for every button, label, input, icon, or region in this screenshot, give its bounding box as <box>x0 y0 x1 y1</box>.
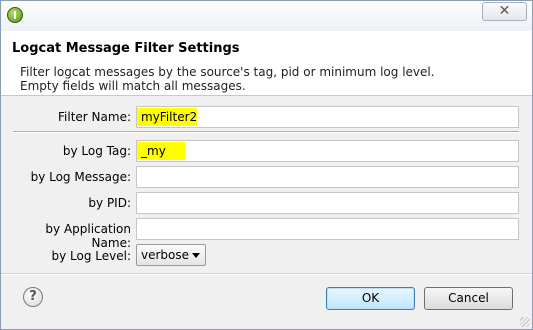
log-level-label: by Log Level: <box>51 249 132 263</box>
log-tag-label: by Log Tag: <box>62 144 131 158</box>
resize-grip[interactable] <box>520 317 530 327</box>
pid-input[interactable] <box>136 192 519 214</box>
footer-separator <box>1 273 532 275</box>
title-bar: ✕ <box>1 1 532 31</box>
filter-name-input[interactable]: myFilter2 <box>136 106 519 128</box>
description-line-2: Empty fields will match all messages. <box>20 79 246 93</box>
help-icon[interactable]: ? <box>23 287 43 307</box>
cancel-button[interactable]: Cancel <box>424 287 513 310</box>
filter-name-value: myFilter2 <box>141 110 198 124</box>
android-app-icon <box>7 7 23 23</box>
dropdown-arrow-icon <box>192 253 200 258</box>
log-tag-input[interactable]: _my <box>136 140 519 162</box>
header-separator <box>1 95 532 96</box>
log-message-input[interactable] <box>136 166 519 188</box>
dialog-title: Logcat Message Filter Settings <box>12 41 240 56</box>
dialog-description: Filter logcat messages by the source's t… <box>20 65 435 93</box>
log-message-label: by Log Message: <box>30 170 131 184</box>
app-name-label: by Application Name: <box>45 222 131 250</box>
app-name-input[interactable] <box>136 218 519 240</box>
log-level-select[interactable]: verbose <box>136 244 206 266</box>
dialog-window: ✕ Logcat Message Filter Settings Filter … <box>0 0 533 330</box>
log-level-value: verbose <box>141 248 190 262</box>
form-separator <box>13 131 519 133</box>
log-tag-value: _my <box>141 144 166 158</box>
filter-name-label: Filter Name: <box>58 110 131 124</box>
description-line-1: Filter logcat messages by the source's t… <box>20 65 435 79</box>
pid-label: by PID: <box>88 196 131 210</box>
dialog-header: Logcat Message Filter Settings Filter lo… <box>1 31 532 95</box>
ok-button[interactable]: OK <box>326 287 415 310</box>
close-button[interactable]: ✕ <box>482 2 527 21</box>
